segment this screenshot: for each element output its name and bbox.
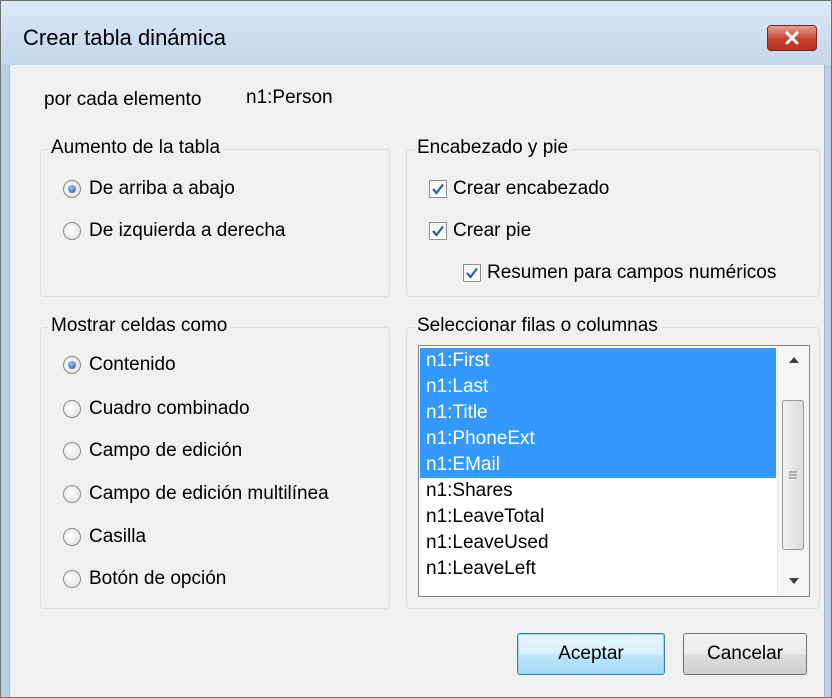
grip-icon (789, 471, 797, 479)
header-footer-legend: Encabezado y pie (414, 137, 572, 159)
checkbox-create-footer[interactable]: Crear pie (429, 220, 531, 242)
radio-button[interactable] (63, 442, 81, 460)
checkbox-label: Resumen para campos numéricos (487, 262, 777, 283)
radio-label: Campo de edición (89, 440, 243, 461)
close-button[interactable] (767, 25, 817, 51)
dialog-window: Crear tabla dinámica por cada elemento n… (0, 0, 832, 698)
checkbox-label: Crear pie (453, 220, 532, 241)
radio-edit-field[interactable]: Campo de edición (63, 440, 242, 462)
radio-button-checked[interactable] (63, 356, 81, 374)
checkmark-icon (432, 225, 444, 237)
select-rows-legend: Seleccionar filas o columnas (414, 315, 661, 337)
table-growth-legend: Aumento de la tabla (48, 137, 224, 159)
list-item[interactable]: n1:LeaveUsed (420, 530, 776, 556)
list-item[interactable]: n1:Title (420, 400, 776, 426)
checkbox[interactable] (429, 222, 447, 240)
radio-button[interactable] (63, 528, 81, 546)
title-bar[interactable]: Crear tabla dinámica (1, 1, 831, 65)
radio-top-to-bottom[interactable]: De arriba a abajo (63, 178, 235, 200)
list-item[interactable]: n1:EMail (420, 452, 776, 478)
scroll-up-button[interactable] (778, 346, 809, 374)
ok-button[interactable]: Aceptar (517, 633, 665, 675)
dialog-body: por cada elemento n1:Person Aumento de l… (9, 65, 825, 697)
radio-content[interactable]: Contenido (63, 354, 176, 376)
radio-option-button[interactable]: Botón de opción (63, 568, 226, 590)
for-each-value: n1:Person (246, 87, 333, 108)
checkbox-label: Crear encabezado (453, 178, 610, 199)
radio-label: Cuadro combinado (89, 398, 250, 419)
close-icon (785, 31, 799, 45)
radio-button-checked[interactable] (63, 180, 81, 198)
checkmark-icon (466, 267, 478, 279)
list-item[interactable]: n1:Shares (420, 478, 776, 504)
scroll-down-button[interactable] (778, 567, 809, 595)
radio-left-to-right[interactable]: De izquierda a derecha (63, 220, 285, 242)
table-growth-group: Aumento de la tabla De arriba a abajo De… (40, 137, 390, 297)
list-item[interactable]: n1:PhoneExt (420, 426, 776, 452)
radio-label: De izquierda a derecha (89, 220, 286, 241)
radio-combo-box[interactable]: Cuadro combinado (63, 398, 250, 420)
radio-button[interactable] (63, 222, 81, 240)
radio-label: Contenido (89, 354, 176, 375)
radio-button[interactable] (63, 400, 81, 418)
vertical-scrollbar[interactable] (777, 346, 809, 596)
radio-label: Campo de edición multilínea (89, 483, 329, 504)
radio-checkbox[interactable]: Casilla (63, 526, 146, 548)
radio-button[interactable] (63, 485, 81, 503)
checkbox[interactable] (463, 264, 481, 282)
checkbox-create-header[interactable]: Crear encabezado (429, 178, 609, 200)
checkbox[interactable] (429, 180, 447, 198)
list-item[interactable]: n1:Last (420, 374, 776, 400)
radio-label: De arriba a abajo (89, 178, 235, 199)
radio-label: Casilla (89, 526, 147, 547)
fields-listbox[interactable]: n1:First n1:Last n1:Title n1:PhoneExt n1… (418, 345, 810, 597)
checkbox-summary-numeric[interactable]: Resumen para campos numéricos (463, 262, 776, 284)
show-cells-legend: Mostrar celdas como (48, 315, 231, 337)
arrow-down-icon (788, 578, 799, 584)
scroll-thumb[interactable] (782, 400, 804, 550)
radio-button[interactable] (63, 570, 81, 588)
cancel-button[interactable]: Cancelar (683, 633, 807, 675)
header-footer-group: Encabezado y pie Crear encabezado Crear … (406, 137, 820, 297)
list-item[interactable]: n1:First (420, 348, 776, 374)
list-item[interactable]: n1:LeaveTotal (420, 504, 776, 530)
list-item[interactable]: n1:LeaveLeft (420, 556, 776, 582)
show-cells-group: Mostrar celdas como Contenido Cuadro com… (40, 315, 390, 609)
for-each-label: por cada elemento (44, 89, 202, 110)
radio-label: Botón de opción (89, 568, 227, 589)
checkmark-icon (432, 183, 444, 195)
window-title: Crear tabla dinámica (23, 25, 226, 50)
radio-multiline-edit-field[interactable]: Campo de edición multilínea (63, 483, 329, 505)
arrow-up-icon (788, 357, 799, 363)
